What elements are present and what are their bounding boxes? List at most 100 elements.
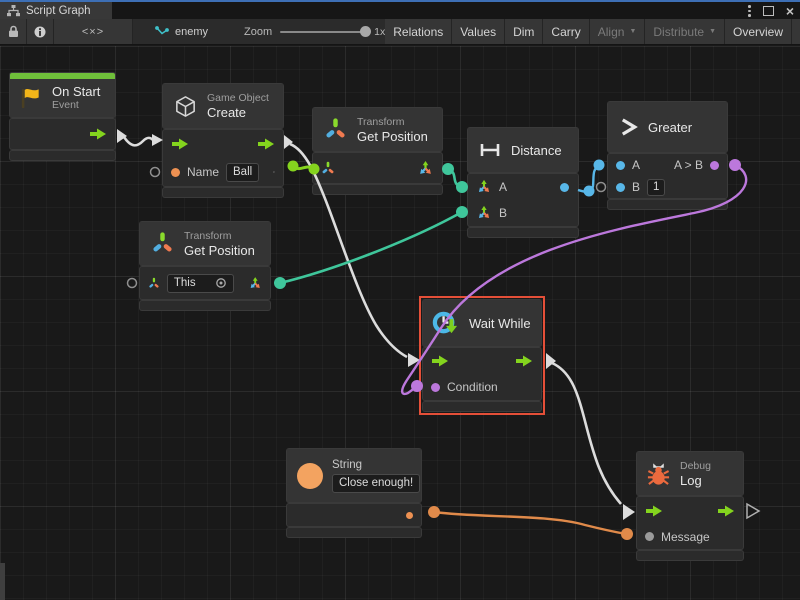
object-picker-icon[interactable] xyxy=(215,277,227,289)
message-input-port[interactable] xyxy=(645,532,654,541)
name-value-field[interactable]: Ball xyxy=(226,163,259,182)
graph-pointer-icon xyxy=(155,26,169,38)
port-label: Name xyxy=(187,165,219,179)
cube-icon xyxy=(173,94,198,119)
dropdown-caret-icon: ▼ xyxy=(629,28,636,35)
zoom-slider[interactable] xyxy=(280,31,366,33)
node-subtitle: Event xyxy=(52,99,100,112)
node-get-position-bottom[interactable]: Transform Get Position This xyxy=(140,222,270,312)
zoom-value: 1x xyxy=(374,26,385,38)
exec-output-port[interactable] xyxy=(717,505,735,517)
transform-icon xyxy=(323,117,348,142)
zoom-label: Zoom xyxy=(244,26,272,38)
port-label: Message xyxy=(661,530,710,544)
graph-name: enemy xyxy=(175,26,208,38)
transform-input-port[interactable] xyxy=(321,161,335,176)
bug-icon xyxy=(646,461,671,487)
maximize-icon[interactable] xyxy=(763,6,774,16)
lock-button[interactable] xyxy=(0,19,27,44)
string-value-field[interactable]: Close enough! xyxy=(332,474,420,493)
target-field[interactable]: This xyxy=(167,274,234,293)
graph-reference[interactable]: enemy xyxy=(155,19,208,44)
node-get-position-top[interactable]: Transform Get Position xyxy=(313,108,442,196)
wait-clock-icon xyxy=(431,310,460,337)
close-icon[interactable]: × xyxy=(786,4,794,18)
node-title: Create xyxy=(207,105,269,120)
b-value-field[interactable]: 1 xyxy=(647,179,665,196)
node-title: On Start xyxy=(52,84,100,99)
string-icon xyxy=(297,463,323,489)
vector3-output-port[interactable] xyxy=(248,275,262,292)
align-button: Align▼ xyxy=(590,19,646,44)
flag-icon xyxy=(18,86,43,111)
selection-outline: Wait While Condition xyxy=(419,296,545,415)
titlebar: Script Graph × xyxy=(0,2,800,19)
string-input-port[interactable] xyxy=(171,168,180,177)
greater-icon xyxy=(618,116,639,138)
node-greater[interactable]: Greater A A > B B 1 xyxy=(608,102,727,211)
code-view-button[interactable]: <×> xyxy=(54,19,133,44)
code-glyph: <×> xyxy=(82,26,104,38)
zoom-slider-handle[interactable] xyxy=(360,26,371,37)
node-title: String xyxy=(332,459,420,472)
input-port-b[interactable] xyxy=(616,183,625,192)
port-label: A xyxy=(632,158,640,172)
node-title: Wait While xyxy=(469,316,531,331)
dropdown-caret-icon: ▼ xyxy=(709,28,716,35)
exec-output-port[interactable] xyxy=(515,355,533,367)
distribute-button: Distribute▼ xyxy=(645,19,725,44)
transform-input-port[interactable] xyxy=(148,276,160,291)
node-string-literal[interactable]: String Close enough! xyxy=(287,449,421,539)
exec-output-port[interactable] xyxy=(257,138,275,150)
condition-input-port[interactable] xyxy=(431,383,440,392)
port-label: B xyxy=(499,206,507,220)
port-label: B xyxy=(632,180,640,194)
carry-button[interactable]: Carry xyxy=(543,19,589,44)
transform-icon xyxy=(150,231,175,256)
info-icon xyxy=(34,26,46,38)
full-screen-button[interactable]: Full Screen xyxy=(792,19,800,44)
port-label: Condition xyxy=(447,380,498,394)
input-port-a[interactable] xyxy=(616,161,625,170)
node-category: Transform xyxy=(357,116,428,129)
distance-icon xyxy=(478,141,502,159)
bool-output-port[interactable] xyxy=(710,161,719,170)
tab-label: Script Graph xyxy=(26,5,91,17)
output-label: A > B xyxy=(674,158,703,172)
graph-icon xyxy=(7,5,20,17)
relations-button[interactable]: Relations xyxy=(385,19,452,44)
exec-output-port[interactable] xyxy=(89,128,107,140)
node-title: Get Position xyxy=(184,243,255,258)
node-debug-log[interactable]: Debug Log Message xyxy=(637,452,743,562)
node-on-start-event[interactable]: On Start Event xyxy=(10,73,115,162)
node-category: Transform xyxy=(184,230,255,243)
window-menu-icon[interactable] xyxy=(748,5,751,17)
node-category: Debug xyxy=(680,460,711,473)
exec-input-port[interactable] xyxy=(431,355,449,367)
node-title: Get Position xyxy=(357,129,428,144)
node-category: Game Object xyxy=(207,92,269,105)
vertical-scrollbar-thumb[interactable] xyxy=(0,563,5,600)
info-button[interactable] xyxy=(27,19,54,44)
node-wait-while[interactable]: Wait While Condition xyxy=(423,300,541,411)
lock-icon xyxy=(7,25,20,38)
float-output-port[interactable] xyxy=(560,183,569,192)
values-button[interactable]: Values xyxy=(452,19,505,44)
node-title: Distance xyxy=(511,143,562,158)
graph-toolbar: <×> enemy Zoom 1x Relations Values Dim C… xyxy=(0,19,800,45)
exec-input-port[interactable] xyxy=(645,505,663,517)
node-title: Log xyxy=(680,473,711,488)
game-object-output-port[interactable] xyxy=(273,164,275,180)
overview-button[interactable]: Overview xyxy=(725,19,792,44)
port-label: A xyxy=(499,180,507,194)
vector3-output-port[interactable] xyxy=(417,160,434,177)
node-title: Greater xyxy=(648,120,692,135)
vector3-input-port-b[interactable] xyxy=(476,205,492,221)
node-distance[interactable]: Distance A B xyxy=(468,128,578,239)
vector3-input-port-a[interactable] xyxy=(476,179,492,195)
exec-input-port[interactable] xyxy=(171,138,189,150)
node-game-object-create[interactable]: Game Object Create Name Ball xyxy=(163,84,283,199)
tab-script-graph[interactable]: Script Graph xyxy=(0,2,112,19)
string-output-port[interactable] xyxy=(406,512,413,519)
dim-button[interactable]: Dim xyxy=(505,19,543,44)
